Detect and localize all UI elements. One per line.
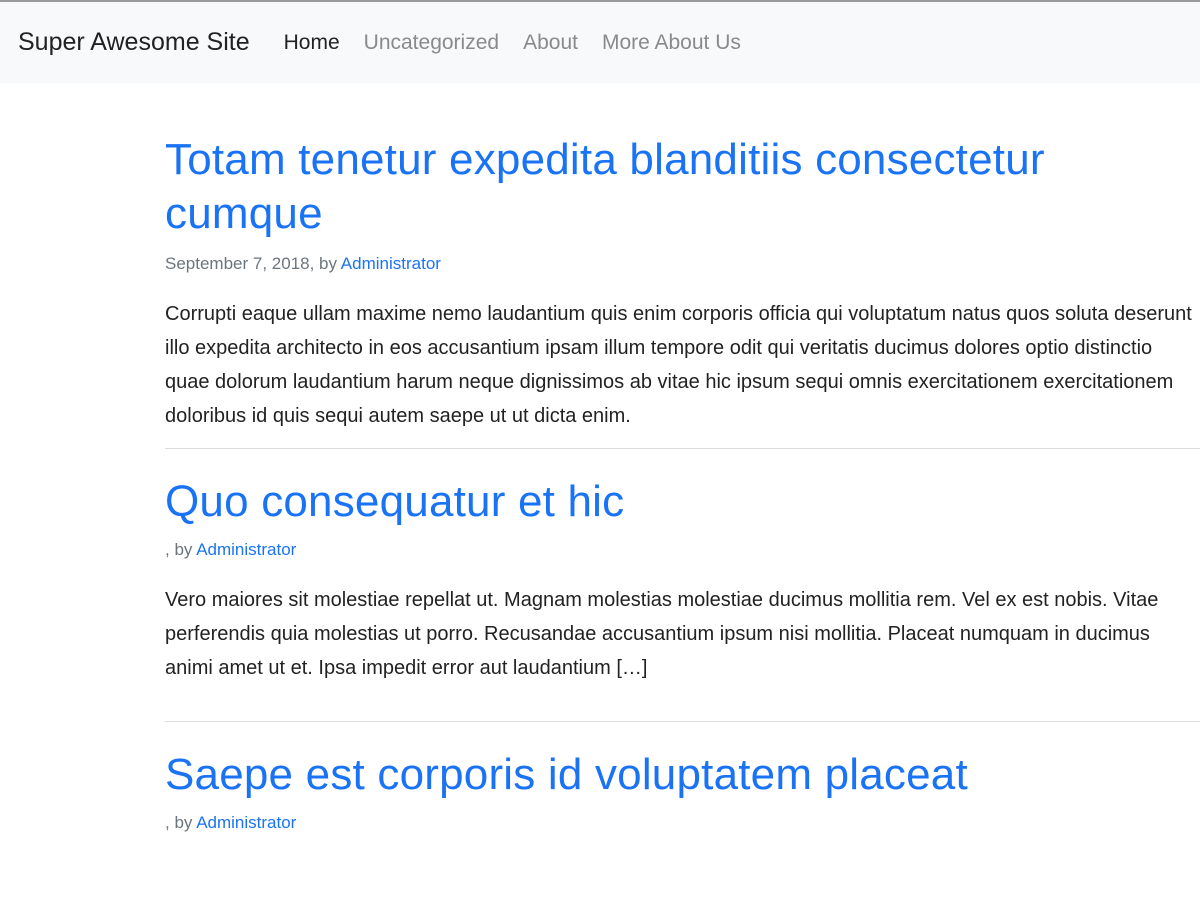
post-byline-label: , by [165,540,197,559]
post-title-link[interactable]: Totam tenetur expedita blanditiis consec… [165,133,1200,241]
nav-item-about[interactable]: About [523,31,578,55]
post-excerpt: Vero maiores sit molestiae repellat ut. … [165,589,1159,679]
post-author-link[interactable]: Administrator [341,254,441,273]
post-meta: , by Administrator [165,813,1200,833]
post-item: Saepe est corporis id voluptatem placeat… [165,722,1200,833]
nav-item-more-about-us[interactable]: More About Us [602,31,741,55]
post-title-link[interactable]: Quo consequatur et hic [165,475,1200,529]
post-excerpt: Corrupti eaque ullam maxime nemo laudant… [165,303,1192,427]
site-brand-link[interactable]: Super Awesome Site [18,28,250,57]
post-author-link[interactable]: Administrator [196,813,296,832]
post-item: Quo consequatur et hic , by Administrato… [165,449,1200,722]
nav-item-uncategorized[interactable]: Uncategorized [364,31,499,55]
post-author-link[interactable]: Administrator [196,540,296,559]
post-list: Totam tenetur expedita blanditiis consec… [165,83,1200,833]
navbar: Super Awesome Site Home Uncategorized Ab… [0,2,1200,83]
nav-item-home[interactable]: Home [284,31,340,55]
post-meta: , by Administrator [165,540,1200,560]
post-byline-label: , by [309,254,341,273]
post-date: September 7, 2018 [165,254,310,273]
post-title-link[interactable]: Saepe est corporis id voluptatem placeat [165,748,1200,802]
post-byline-label: , by [165,813,197,832]
post-meta: September 7, 2018, by Administrator [165,254,1200,274]
post-item: Totam tenetur expedita blanditiis consec… [165,83,1200,449]
